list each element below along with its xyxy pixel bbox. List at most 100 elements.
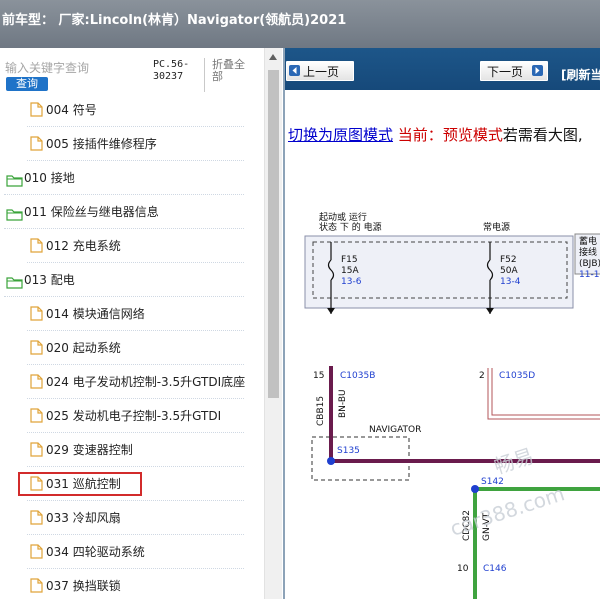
arrow-down-icon xyxy=(486,308,494,314)
tree-item[interactable]: 013 配电 xyxy=(0,263,260,297)
switch-original-mode-link[interactable]: 切换为原图模式 xyxy=(288,126,393,144)
prev-page-button[interactable]: 上一页 xyxy=(286,61,354,81)
file-icon xyxy=(30,578,43,597)
conn-c146: C146 xyxy=(483,564,507,574)
tree-item[interactable]: 004 符号 xyxy=(0,93,260,127)
tree-list: 004 符号 005 接插件维修程序 010 接地 011 保险丝与继电器信息 012 … xyxy=(0,93,263,599)
wire-color-bn-bu: BN-BU xyxy=(338,389,348,418)
prev-page-label: 上一页 xyxy=(303,65,340,79)
pc-code: PC.56-30237 xyxy=(153,59,190,82)
pin-15: 15 xyxy=(313,371,324,381)
tree-item-label: 025 发动机电子控制-3.5升GTDI xyxy=(46,409,222,423)
tree-item[interactable]: 025 发动机电子控制-3.5升GTDI xyxy=(0,399,260,433)
fuse-f15-ref: 13-6 xyxy=(341,277,362,287)
tree-item[interactable]: 024 电子发动机控制-3.5升GTDI底座 xyxy=(0,365,260,399)
conn-c1035d: C1035D xyxy=(499,371,535,381)
file-icon xyxy=(30,408,43,427)
folder-icon xyxy=(6,206,23,225)
scrollbar-thumb[interactable] xyxy=(268,70,279,398)
bjb-label-3: (BJB) xyxy=(579,259,600,269)
large-image-hint: 若需看大图, xyxy=(502,126,583,144)
current-mode-value: 预览模式 xyxy=(442,126,503,144)
watermark-1: 畅易 xyxy=(491,444,536,479)
file-icon xyxy=(30,340,43,359)
query-button[interactable]: 查询 xyxy=(6,77,48,91)
tree-item-label: 024 电子发动机控制-3.5升GTDI底座 xyxy=(46,375,246,389)
sidebar: 查询 PC.56-30237 折叠全部 004 符号 005 接插件维修程序 010… xyxy=(0,48,285,599)
arrow-left-icon xyxy=(289,65,300,76)
collapse-all-button[interactable]: 折叠全部 xyxy=(212,59,252,83)
file-icon xyxy=(30,374,43,393)
splice-s135: S135 xyxy=(337,446,360,456)
file-icon xyxy=(30,238,43,257)
next-page-button[interactable]: 下一页 xyxy=(480,61,548,81)
tree-item[interactable]: 033 冷却风扇 xyxy=(0,501,260,535)
file-icon xyxy=(30,102,43,121)
divider xyxy=(204,58,205,92)
run-start-power-label-2: 状态 下 的 电源 xyxy=(319,221,382,233)
arrow-right-icon xyxy=(532,65,543,76)
fuse-f52-label: F52 xyxy=(500,255,517,265)
tree-item-label: 004 符号 xyxy=(46,103,97,117)
file-icon xyxy=(30,306,43,325)
current-mode-label: 当前： xyxy=(397,126,443,144)
tree-item-label: 029 变速器控制 xyxy=(46,443,133,457)
tree-item-label: 014 模块通信网络 xyxy=(46,307,145,321)
tree-item-label: 010 接地 xyxy=(24,171,75,185)
tree-item-label: 033 冷却风扇 xyxy=(46,511,121,525)
wiring-diagram-svg: 蓄电 接线 (BJB) 11-1 起动或 运行 状态 下 的 电源 常电源 F1… xyxy=(304,211,600,599)
mode-line: 切换为原图模式 当前：预览模式若需看大图, xyxy=(288,124,583,145)
pin-2: 2 xyxy=(479,371,485,381)
bjb-label-4: 11-1 xyxy=(579,270,599,280)
tree-item-label: 013 配电 xyxy=(24,273,75,287)
vehicle-title: 前车型： 厂家:Lincoln(林肯）Navigator(领航员)2021 xyxy=(2,13,347,28)
viewer-toolbar: 上一页 下一页 [刷新当 xyxy=(285,48,600,90)
splice-s142-icon xyxy=(471,485,479,493)
scroll-up-arrow-icon[interactable] xyxy=(269,54,277,60)
tree-item[interactable]: 031 巡航控制 xyxy=(0,467,260,501)
tree-item-label: 005 接插件维修程序 xyxy=(46,137,157,151)
tree-item[interactable]: 014 模块通信网络 xyxy=(0,297,260,331)
tree-item[interactable]: 029 变速器控制 xyxy=(0,433,260,467)
tree-item-label: 031 巡航控制 xyxy=(46,477,121,491)
fuse-f15-label: F15 xyxy=(341,255,358,265)
folder-icon xyxy=(6,274,23,293)
splice-s135-icon xyxy=(327,457,335,465)
sidebar-scrollbar[interactable] xyxy=(264,48,282,599)
tree-item-label: 011 保险丝与继电器信息 xyxy=(24,205,159,219)
folder-icon xyxy=(6,172,23,191)
tree-item-label: 012 充电系统 xyxy=(46,239,121,253)
bjb-label-2: 接线 xyxy=(579,246,597,258)
pin-10: 10 xyxy=(457,564,469,574)
title-bar: 前车型： 厂家:Lincoln(林肯）Navigator(领航员)2021 xyxy=(0,0,600,49)
tree-item-label: 020 起动系统 xyxy=(46,341,121,355)
tree-item[interactable]: 012 充电系统 xyxy=(0,229,260,263)
navigator-box xyxy=(311,436,410,481)
fuse-f52-amp: 50A xyxy=(500,266,518,276)
tree-item[interactable]: 010 接地 xyxy=(0,161,260,195)
tree-item[interactable]: 037 换挡联锁 xyxy=(0,569,260,599)
file-icon xyxy=(30,510,43,529)
tree-item-label: 037 换挡联锁 xyxy=(46,579,121,593)
fuse-f52-ref: 13-4 xyxy=(500,277,521,287)
tree-item[interactable]: 005 接插件维修程序 xyxy=(0,127,260,161)
tree-item[interactable]: 034 四轮驱动系统 xyxy=(0,535,260,569)
next-page-label: 下一页 xyxy=(487,65,524,79)
tree-item[interactable]: 011 保险丝与继电器信息 xyxy=(0,195,260,229)
constant-power-label: 常电源 xyxy=(483,221,510,233)
refresh-link[interactable]: [刷新当 xyxy=(561,66,600,83)
tree-item[interactable]: 020 起动系统 xyxy=(0,331,260,365)
navigator-label: NAVIGATOR xyxy=(369,425,421,435)
search-input[interactable] xyxy=(3,58,147,78)
wiring-diagram: 蓄电 接线 (BJB) 11-1 起动或 运行 状态 下 的 电源 常电源 F1… xyxy=(285,156,600,599)
file-icon xyxy=(30,476,43,495)
search-area: 查询 PC.56-30237 折叠全部 xyxy=(0,48,263,96)
fuse-f15-amp: 15A xyxy=(341,266,359,276)
bjb-label-1: 蓄电 xyxy=(579,235,597,247)
wire-cbb15-label: CBB15 xyxy=(316,396,326,426)
file-icon xyxy=(30,544,43,563)
arrow-down-icon xyxy=(327,308,335,314)
file-icon xyxy=(30,136,43,155)
tree-item-label: 034 四轮驱动系统 xyxy=(46,545,145,559)
splice-s142: S142 xyxy=(481,477,504,487)
